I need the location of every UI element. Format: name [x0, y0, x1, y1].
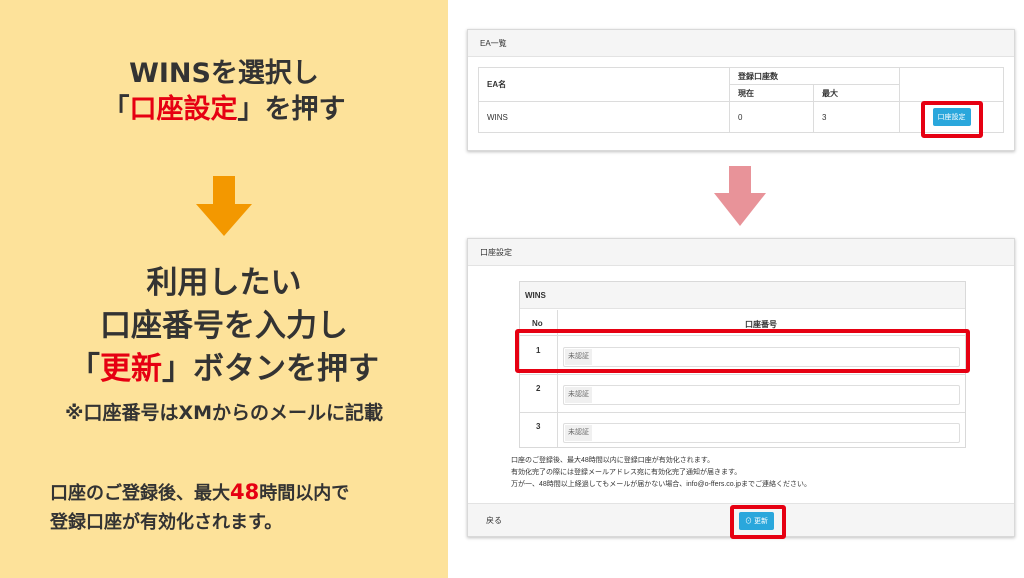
footer-text: 口座のご登録後、最大48時間以内で 登録口座が有効化されます。 — [50, 478, 349, 537]
bracket-open: 「 — [102, 94, 130, 125]
col-ea-name: EA名 — [478, 67, 730, 102]
ea-name-cell: WINS — [478, 101, 730, 133]
step2-text: 利用したい 口座番号を入力し 「更新」ボタンを押す — [0, 262, 448, 391]
highlight-box-update — [730, 505, 786, 539]
ea-list-panel: EA一覧 EA名 登録口座数 現在 最大 WINS 0 3 口座設定 — [467, 29, 1015, 151]
col-account-count: 登録口座数 — [729, 67, 900, 85]
ea-name-header: WINS — [520, 282, 965, 309]
step1-line1: WINSを選択し — [129, 58, 319, 89]
ea-list-title: EA一覧 — [468, 30, 1014, 57]
step1-suffix: 」を押す — [237, 94, 346, 125]
down-arrow-icon — [714, 166, 766, 226]
note-text: ※口座番号はXMからのメールに記載 — [64, 402, 384, 424]
current-cell: 0 — [729, 101, 814, 133]
step2-line1: 利用したい — [146, 265, 302, 301]
step1-text: WINSを選択し 「口座設定」を押す — [0, 56, 448, 128]
footer-line2: 登録口座が有効化されます。 — [50, 512, 283, 533]
col-current: 現在 — [729, 84, 814, 102]
col-no: No — [532, 319, 543, 328]
note-line: 口座のご登録後、最大48時間以内に登録口座が有効化されます。 — [511, 457, 715, 464]
down-arrow-icon — [196, 176, 252, 236]
unverified-badge: 未認証 — [565, 425, 592, 441]
step2-line3: 「更新」ボタンを押す — [0, 348, 448, 391]
row-number: 2 — [536, 384, 541, 393]
notes-text: 口座のご登録後、最大48時間以内に登録口座が有効化されます。 有効化完了の際には… — [511, 455, 811, 491]
back-link[interactable]: 戻る — [486, 515, 502, 526]
step1-highlight: 口座設定 — [129, 94, 238, 125]
max-cell: 3 — [813, 101, 900, 133]
instruction-panel: WINSを選択し 「口座設定」を押す 利用したい 口座番号を入力し 「更新」ボタ… — [0, 0, 448, 578]
account-number-input[interactable]: 未認証 — [563, 385, 960, 405]
footer-hours: 48 — [230, 480, 260, 504]
account-settings-title: 口座設定 — [468, 239, 1014, 266]
step2-suffix: 」ボタンを押す — [162, 351, 379, 387]
note-line: 有効化完了の際には登録メールアドレス宛に有効化完了通知が届きます。 — [511, 469, 742, 476]
highlight-box-row1 — [515, 329, 970, 373]
col-action — [899, 67, 1004, 102]
row-number: 3 — [536, 422, 541, 431]
step1-line2: 「口座設定」を押す — [0, 92, 448, 128]
unverified-badge: 未認証 — [565, 387, 592, 403]
footer-line1: 口座のご登録後、最大48時間以内で — [50, 478, 349, 508]
step2-highlight: 更新 — [100, 351, 162, 387]
highlight-box-settings — [921, 101, 983, 138]
note-line: 万が一、48時間以上経過してもメールが届かない場合、info@o-ffers.c… — [511, 481, 812, 488]
footer-part-b: 時間以内で — [259, 483, 350, 504]
account-number-input[interactable]: 未認証 — [563, 423, 960, 443]
col-max: 最大 — [813, 84, 900, 102]
account-settings-panel: 口座設定 WINS No 口座番号 1 未認証 2 未認証 3 未認証 口座のご… — [467, 238, 1015, 539]
footer-part-a: 口座のご登録後、最大 — [50, 483, 230, 504]
step2-line2: 口座番号を入力し — [100, 308, 348, 344]
table-row: 2 未認証 — [520, 375, 965, 413]
table-row: 3 未認証 — [520, 413, 965, 451]
bracket-open: 「 — [69, 351, 100, 387]
